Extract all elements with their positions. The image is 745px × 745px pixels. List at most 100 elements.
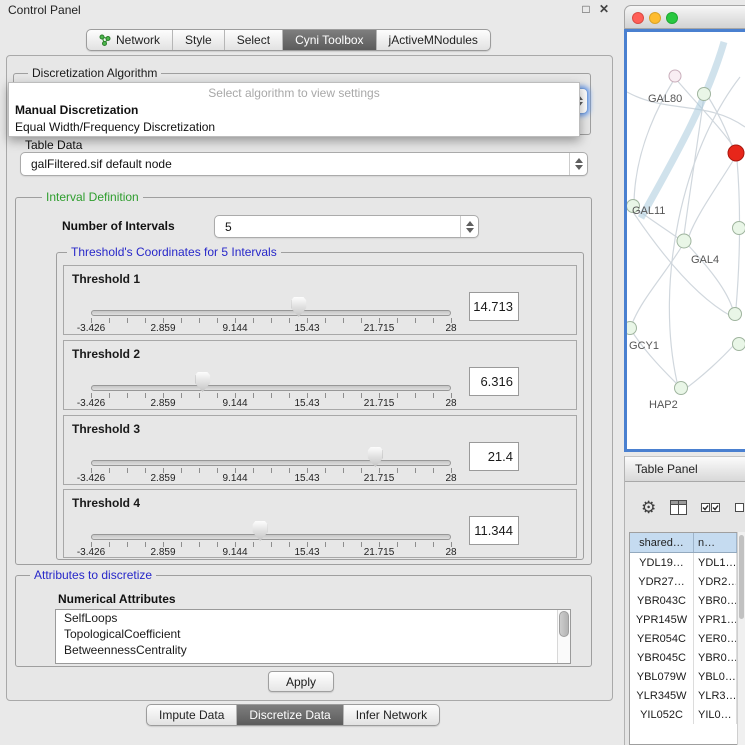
select-all-columns-icon[interactable] (701, 501, 721, 514)
tab-select[interactable]: Select (225, 30, 283, 50)
cell-shared-name[interactable]: YBR045C (630, 648, 694, 667)
gear-icon[interactable]: ⚙ (641, 499, 656, 516)
node[interactable] (669, 70, 681, 82)
cell-name[interactable]: YER0… (694, 629, 737, 648)
node[interactable] (733, 338, 745, 351)
slider-track[interactable] (91, 534, 451, 540)
combo-stepper[interactable] (460, 216, 478, 237)
scale-label: 21.715 (364, 323, 395, 334)
tab-cyni-toolbox[interactable]: Cyni Toolbox (283, 30, 376, 50)
scale-label: -3.426 (77, 398, 105, 409)
slider-track[interactable] (91, 385, 451, 391)
list-item[interactable]: BetweennessCentrality (56, 642, 570, 658)
table-row[interactable]: YPR145WYPR1… (630, 610, 737, 629)
scale-label: 9.144 (222, 547, 247, 558)
show-columns-icon[interactable] (670, 500, 687, 515)
slider-track[interactable] (91, 460, 451, 466)
threshold-value-input[interactable]: 11.344 (469, 516, 519, 545)
cell-name[interactable]: YBR0… (694, 591, 737, 610)
scale-label: 15.43 (294, 473, 319, 484)
combo-stepper[interactable] (569, 153, 587, 175)
tab-infer-network[interactable]: Infer Network (344, 705, 439, 725)
cell-shared-name[interactable]: YDL19… (630, 553, 694, 572)
tab-impute-data[interactable]: Impute Data (147, 705, 237, 725)
list-scrollbar[interactable] (557, 610, 570, 663)
table-panel-title: Table Panel (635, 462, 698, 476)
node[interactable] (698, 88, 711, 101)
network-window-titlebar[interactable] (624, 5, 745, 29)
table-row[interactable]: YLR345WYLR3… (630, 686, 737, 705)
table-row[interactable]: YBL079WYBL0… (630, 667, 737, 686)
cell-name[interactable]: YLR3… (694, 686, 737, 705)
cell-shared-name[interactable]: YBR043C (630, 591, 694, 610)
dropdown-option-equal-width-frequency[interactable]: Equal Width/Frequency Discretization (9, 119, 579, 136)
node[interactable] (729, 308, 742, 321)
minimize-traffic-light[interactable] (649, 12, 661, 24)
zoom-traffic-light[interactable] (666, 12, 678, 24)
network-canvas[interactable]: GAL80 GAL11 GAL4 GCY1 HAP2 (624, 29, 745, 452)
dropdown-placeholder-item[interactable]: Select algorithm to view settings (9, 85, 579, 102)
node[interactable] (675, 382, 688, 395)
node[interactable] (627, 322, 637, 335)
cell-name[interactable]: YIL0… (694, 705, 737, 724)
tab-style[interactable]: Style (173, 30, 225, 50)
control-panel-titlebar: Control Panel □ ✕ (0, 0, 620, 20)
table-row[interactable]: YER054CYER0… (630, 629, 737, 648)
cell-name[interactable]: YDL1… (694, 553, 737, 572)
slider-track[interactable] (91, 310, 451, 316)
cell-shared-name[interactable]: YLR345W (630, 686, 694, 705)
tab-jactivemnodules[interactable]: jActiveMNodules (377, 30, 490, 50)
float-window-icon[interactable]: □ (578, 2, 594, 16)
node-table: shared… n… YDL19…YDL1… YDR27…YDR2… YBR04… (629, 532, 738, 745)
threshold-value-input[interactable]: 6.316 (469, 367, 519, 396)
number-of-intervals-select[interactable]: 5 (214, 215, 479, 238)
cell-shared-name[interactable]: YDR27… (630, 572, 694, 591)
cell-shared-name[interactable]: YIL052C (630, 705, 694, 724)
slider-scale: -3.426 2.859 9.144 15.43 21.715 28 (91, 398, 451, 410)
table-data-select[interactable]: galFiltered.sif default node (20, 152, 588, 176)
scrollbar-thumb[interactable] (739, 535, 744, 619)
edge (669, 77, 740, 382)
unselect-all-columns-icon[interactable] (735, 501, 745, 514)
table-row[interactable]: YIL052CYIL0… (630, 705, 737, 724)
close-traffic-light[interactable] (632, 12, 644, 24)
tab-network[interactable]: Network (87, 30, 173, 50)
slider-scale: -3.426 2.859 9.144 15.43 21.715 28 (91, 473, 451, 485)
edge (627, 92, 745, 127)
table-scrollbar[interactable] (737, 532, 745, 745)
slider-scale: -3.426 2.859 9.144 15.43 21.715 28 (91, 547, 451, 559)
scrollbar-thumb[interactable] (559, 611, 569, 637)
threshold-value-input[interactable]: 14.713 (469, 292, 519, 321)
cell-shared-name[interactable]: YBL079W (630, 667, 694, 686)
cell-shared-name[interactable]: YER054C (630, 629, 694, 648)
table-row[interactable]: YBR045CYBR0… (630, 648, 737, 667)
cell-name[interactable]: YDR2… (694, 572, 737, 591)
tab-label: Network (116, 33, 160, 47)
group-title: Threshold's Coordinates for 5 Intervals (67, 245, 281, 259)
cell-name[interactable]: YPR1… (694, 610, 737, 629)
node[interactable] (733, 222, 745, 235)
table-row[interactable]: YDR27…YDR2… (630, 572, 737, 591)
cell-name[interactable]: YBR0… (694, 648, 737, 667)
close-icon[interactable]: ✕ (596, 2, 612, 16)
table-row[interactable]: YDL19…YDL1… (630, 553, 737, 572)
highlighted-edge (641, 42, 724, 218)
cell-shared-name[interactable]: YPR145W (630, 610, 694, 629)
node[interactable] (677, 234, 691, 248)
dropdown-option-manual-discretization[interactable]: Manual Discretization (9, 102, 579, 119)
group-title: Attributes to discretize (30, 568, 156, 582)
table-row[interactable]: YBR043CYBR0… (630, 591, 737, 610)
cell-name[interactable]: YBL0… (694, 667, 737, 686)
tab-discretize-data[interactable]: Discretize Data (237, 705, 343, 725)
arrow-up-icon (466, 221, 474, 226)
threshold-value-input[interactable]: 21.4 (469, 442, 519, 471)
list-item[interactable]: TopologicalCoefficient (56, 626, 570, 642)
scale-label: 28 (445, 547, 456, 558)
apply-button[interactable]: Apply (268, 671, 334, 692)
scale-label: 15.43 (294, 547, 319, 558)
selected-node[interactable] (728, 145, 744, 161)
scale-label: 21.715 (364, 398, 395, 409)
column-header-shared-name[interactable]: shared… (630, 533, 694, 552)
list-item[interactable]: SelfLoops (56, 610, 570, 626)
column-header-name[interactable]: n… (694, 533, 737, 552)
